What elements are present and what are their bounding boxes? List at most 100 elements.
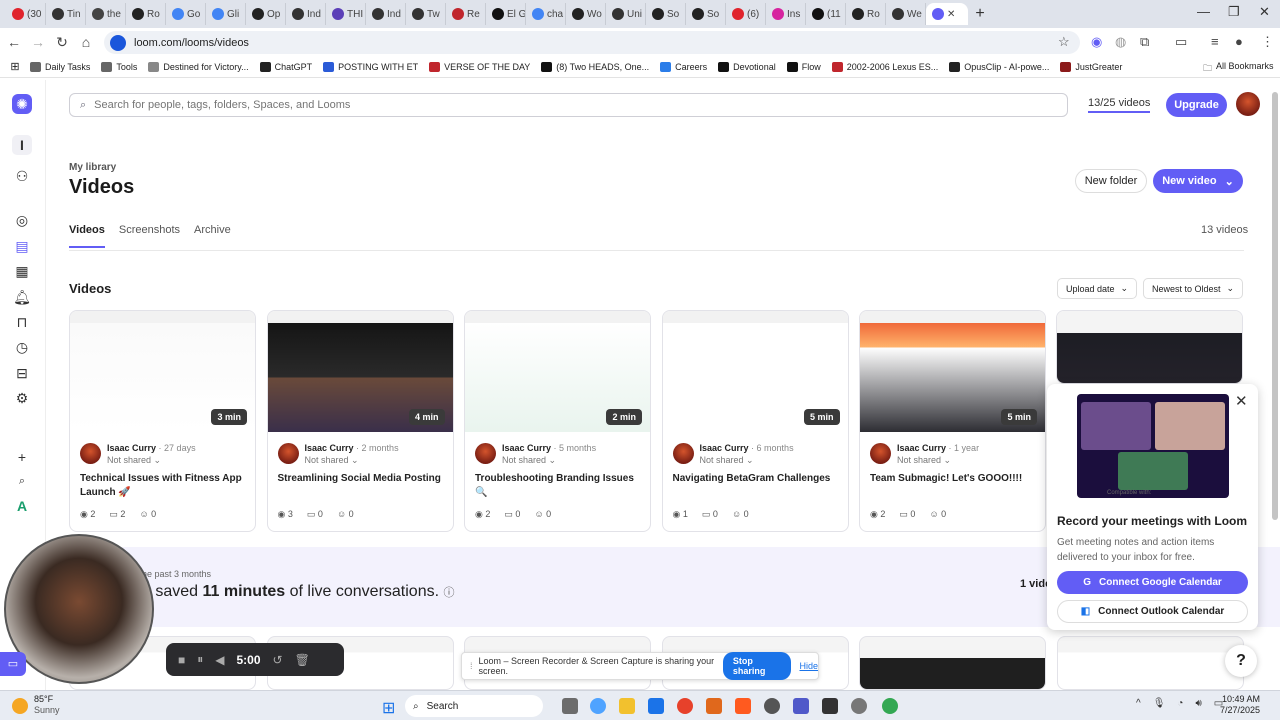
restart-icon[interactable]: ↺ bbox=[273, 653, 283, 667]
system-tray[interactable]: ^ 🎙︎ ◔ 🔊︎ ▭ bbox=[1136, 698, 1223, 709]
profile-icon[interactable]: ● bbox=[1235, 34, 1243, 49]
taskbar-search[interactable]: ⌕ Search bbox=[405, 695, 543, 717]
bookmark-item[interactable]: Flow bbox=[786, 61, 821, 72]
search-input[interactable] bbox=[94, 99, 995, 111]
add-icon[interactable]: + bbox=[12, 447, 32, 467]
browser-tab[interactable]: El G bbox=[486, 3, 526, 25]
breadcrumb[interactable]: My library bbox=[69, 162, 116, 173]
browser-tab[interactable]: (11 bbox=[806, 3, 846, 25]
browser-tab[interactable]: Tin bbox=[46, 3, 86, 25]
site-info-icon[interactable] bbox=[110, 34, 126, 51]
browser-tab[interactable]: THI bbox=[326, 3, 366, 25]
browser-tab[interactable]: (6) bbox=[726, 3, 766, 25]
webcam-bubble[interactable] bbox=[4, 534, 154, 684]
browser-tab[interactable]: Go bbox=[166, 3, 206, 25]
browser-tab[interactable]: cha bbox=[526, 3, 566, 25]
browser-tab[interactable]: So bbox=[646, 3, 686, 25]
loom-extension-icon[interactable]: ◉ bbox=[1091, 34, 1102, 50]
star-icon[interactable]: ☆ bbox=[1058, 34, 1070, 50]
chrome-icon[interactable] bbox=[677, 698, 693, 714]
bookmark-item[interactable]: (8) Two HEADS, One... bbox=[541, 61, 649, 72]
url-field[interactable]: loom.com/looms/videos bbox=[104, 31, 1080, 54]
clock-time[interactable]: 10:49 AM bbox=[1216, 694, 1260, 704]
upgrade-button[interactable]: Upgrade bbox=[1166, 93, 1227, 117]
trash-icon[interactable]: 🗑︎ bbox=[295, 653, 310, 667]
browser-tab[interactable]: the bbox=[86, 3, 126, 25]
bookmark-item[interactable]: Devotional bbox=[718, 61, 776, 72]
grip-icon[interactable]: ⁞ bbox=[470, 661, 473, 671]
video-title[interactable]: Team Submagic! Let's GOOO!!!! bbox=[870, 472, 1040, 486]
reload-icon[interactable]: ↻ bbox=[50, 34, 74, 51]
search-icon[interactable]: ⌕ bbox=[12, 471, 32, 491]
video-card[interactable] bbox=[859, 636, 1046, 690]
puzzle-icon[interactable]: ⧉ bbox=[1140, 34, 1149, 50]
share-status[interactable]: Not shared ⌄ bbox=[700, 455, 754, 466]
close-tab-icon[interactable]: ✕ bbox=[947, 9, 955, 20]
maximize-icon[interactable]: ❐ bbox=[1228, 4, 1240, 20]
scrollbar[interactable] bbox=[1272, 92, 1278, 520]
browser-tab[interactable]: So bbox=[686, 3, 726, 25]
bookmark-item[interactable]: Daily Tasks bbox=[30, 61, 90, 72]
media-icon[interactable]: ≡ bbox=[1211, 34, 1219, 49]
share-status[interactable]: Not shared ⌄ bbox=[897, 455, 951, 466]
back-icon[interactable]: ← bbox=[2, 34, 26, 50]
calendar-icon[interactable]: ▦ bbox=[12, 261, 32, 281]
copilot-icon[interactable] bbox=[590, 698, 606, 714]
share-status[interactable]: Not shared ⌄ bbox=[502, 455, 556, 466]
video-card[interactable]: 3 min Isaac Curry · 27 days Not shared ⌄ Te… bbox=[69, 310, 256, 532]
app-icon[interactable] bbox=[735, 698, 751, 714]
browser-tab[interactable]: Tw bbox=[406, 3, 446, 25]
workspace-icon[interactable]: I bbox=[12, 135, 32, 155]
hide-button[interactable]: Hide bbox=[799, 661, 818, 671]
close-window-icon[interactable]: ✕ bbox=[1259, 4, 1270, 20]
browser-tab[interactable]: Re bbox=[446, 3, 486, 25]
browser-tab[interactable]: We bbox=[886, 3, 926, 25]
tab-archive[interactable]: Archive bbox=[194, 224, 231, 248]
video-card[interactable]: 2 min Isaac Curry · 5 months Not shared ⌄ T… bbox=[464, 310, 651, 532]
video-title[interactable]: Streamlining Social Media Posting bbox=[278, 472, 448, 486]
gift-icon[interactable]: ⊟ bbox=[12, 363, 32, 383]
bookmark-item[interactable]: OpusClip - AI-powe... bbox=[949, 61, 1049, 72]
browser-tab[interactable]: Ind bbox=[286, 3, 326, 25]
taskview-icon[interactable] bbox=[562, 698, 578, 714]
video-card[interactable] bbox=[1056, 636, 1244, 690]
home-icon[interactable]: ⌂ bbox=[74, 34, 98, 50]
share-status[interactable]: Not shared ⌄ bbox=[107, 455, 161, 466]
menu-icon[interactable]: ⋮ bbox=[1261, 34, 1274, 50]
user-icon[interactable]: ◎ bbox=[12, 210, 32, 230]
browser-tab[interactable]: Ind bbox=[366, 3, 406, 25]
video-thumbnail[interactable] bbox=[1057, 311, 1242, 383]
browser-tab[interactable]: Ro bbox=[126, 3, 166, 25]
video-title[interactable]: Navigating BetaGram Challenges bbox=[673, 472, 843, 486]
mute-icon[interactable]: ◀ bbox=[215, 653, 224, 667]
video-card[interactable]: 4 min Isaac Curry · 2 months Not shared ⌄ S… bbox=[266, 310, 454, 532]
all-bookmarks[interactable]: 🗀 All Bookmarks bbox=[1203, 61, 1274, 77]
new-video-button[interactable]: New video ⌄ bbox=[1153, 169, 1243, 193]
tab-screenshots[interactable]: Screenshots bbox=[119, 224, 180, 248]
browser-tab[interactable]: (30 bbox=[6, 3, 46, 25]
sort-by-select[interactable]: Upload date ⌄ bbox=[1057, 278, 1137, 299]
explorer-icon[interactable] bbox=[619, 698, 635, 714]
extension-icon[interactable]: ◍ bbox=[1115, 34, 1126, 50]
account-icon[interactable]: A bbox=[12, 496, 32, 516]
browser-tab[interactable]: Gli bbox=[206, 3, 246, 25]
chrome-active-icon[interactable] bbox=[882, 698, 898, 714]
share-status[interactable]: Not shared ⌄ bbox=[305, 455, 359, 466]
tab-videos[interactable]: Videos bbox=[69, 224, 105, 248]
camera-toggle-icon[interactable]: ▭ bbox=[0, 652, 26, 676]
app-icon[interactable] bbox=[822, 698, 838, 714]
bookmark-item[interactable]: ChatGPT bbox=[259, 61, 312, 72]
loom-logo-icon[interactable]: ✺ bbox=[12, 94, 32, 114]
video-card[interactable]: 5 min Isaac Curry · 1 year Not shared ⌄ Tea… bbox=[859, 310, 1046, 532]
browser-tab[interactable]: Ins bbox=[766, 3, 806, 25]
stop-sharing-button[interactable]: Stop sharing bbox=[722, 652, 792, 680]
store-icon[interactable] bbox=[648, 698, 664, 714]
teams-icon[interactable] bbox=[793, 698, 809, 714]
bookmark-item[interactable]: Careers bbox=[660, 61, 707, 72]
browser-tab[interactable]: Wo bbox=[566, 3, 606, 25]
start-icon[interactable]: ⊞ bbox=[382, 698, 395, 718]
video-count-link[interactable]: 13/25 videos bbox=[1088, 97, 1151, 113]
pause-icon[interactable]: ⏸ bbox=[197, 652, 203, 667]
history-icon[interactable]: ◷ bbox=[12, 337, 32, 357]
invite-icon[interactable]: ⚇ bbox=[12, 166, 32, 186]
